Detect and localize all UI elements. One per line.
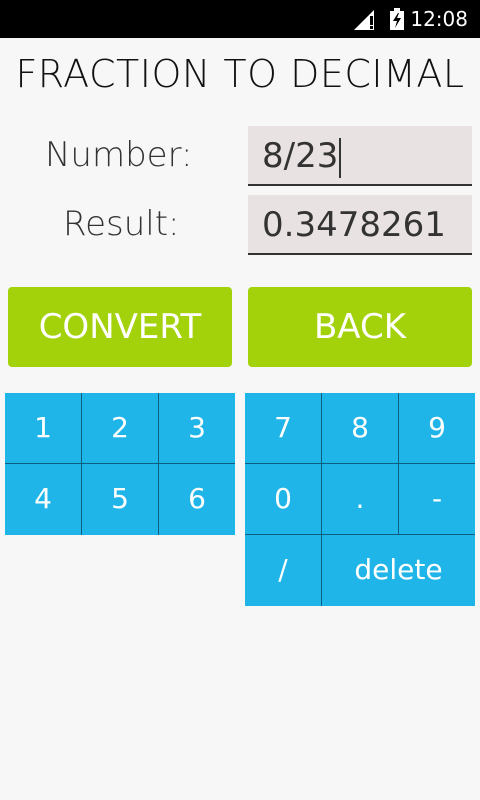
key-1[interactable]: 1: [5, 393, 81, 463]
result-label: Result:: [63, 204, 180, 244]
status-bar: 12:08: [0, 0, 480, 38]
key-2[interactable]: 2: [82, 393, 158, 463]
back-button[interactable]: BACK: [248, 287, 472, 367]
key-9[interactable]: 9: [399, 393, 475, 463]
number-input[interactable]: 8/23: [248, 126, 472, 186]
key-0[interactable]: 0: [245, 464, 321, 534]
text-caret: [339, 137, 342, 178]
delete-button[interactable]: delete: [322, 535, 475, 605]
signal-icon: [354, 10, 374, 30]
status-time: 12:08: [410, 7, 468, 31]
keypad-right: 7 8 9 0 . - / delete: [245, 393, 475, 606]
number-input-value: 8/23: [262, 136, 339, 176]
key-5[interactable]: 5: [82, 464, 158, 534]
key-decimal-point[interactable]: .: [322, 464, 398, 534]
key-8[interactable]: 8: [322, 393, 398, 463]
key-4[interactable]: 4: [5, 464, 81, 534]
key-minus[interactable]: -: [399, 464, 475, 534]
battery-icon: [390, 8, 404, 30]
key-7[interactable]: 7: [245, 393, 321, 463]
result-field-value: 0.3478261: [262, 205, 446, 245]
convert-button[interactable]: CONVERT: [8, 287, 232, 367]
key-6[interactable]: 6: [159, 464, 235, 534]
key-slash[interactable]: /: [245, 535, 321, 605]
result-field[interactable]: 0.3478261: [248, 195, 472, 255]
keypad-left: 1 2 3 4 5 6: [5, 393, 235, 535]
key-3[interactable]: 3: [159, 393, 235, 463]
number-label: Number:: [45, 135, 193, 175]
page-title: FRACTION TO DECIMAL: [15, 52, 465, 96]
